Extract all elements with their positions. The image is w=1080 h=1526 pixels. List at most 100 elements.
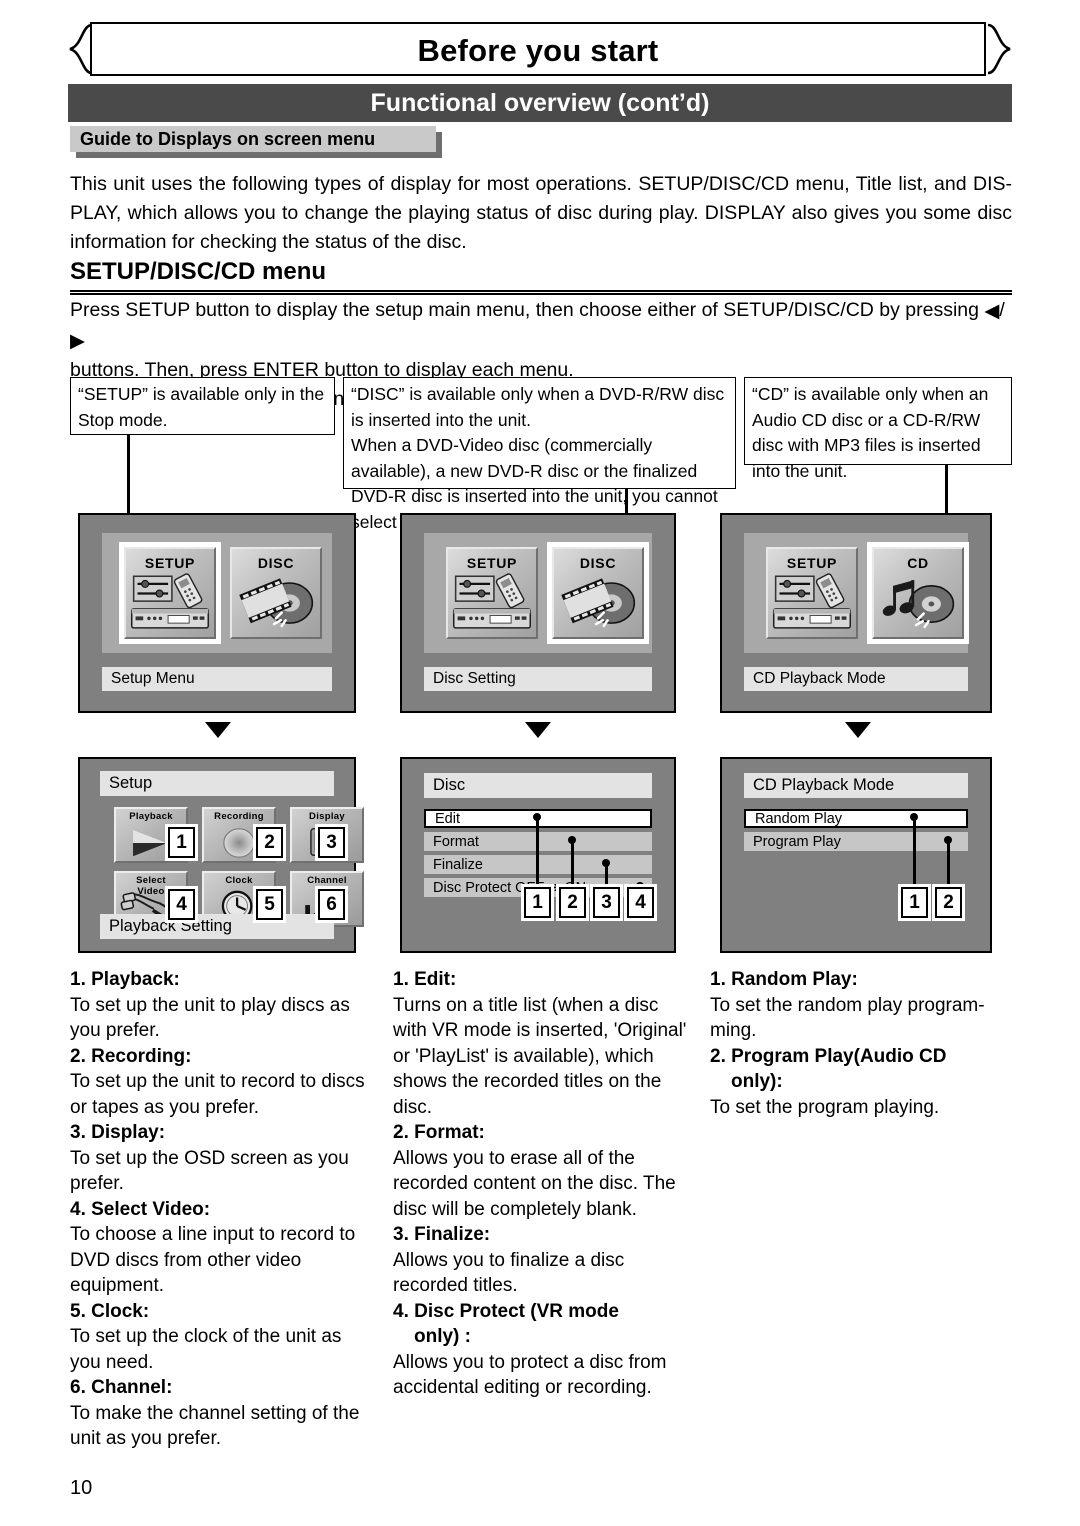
leader-line bbox=[571, 840, 574, 889]
tile-setup[interactable]: SETUP bbox=[766, 547, 858, 639]
film-disc-icon bbox=[561, 578, 636, 628]
screen-setup-submenu: Setup Playback 1 Recording 2 Display 3 S… bbox=[78, 757, 364, 953]
setup-equalizer-icon bbox=[130, 573, 210, 629]
description-text: Allows you to erase all of the recorded … bbox=[393, 1147, 676, 1220]
description-term-cont: only): bbox=[731, 1071, 783, 1092]
description-text: Allows you to protect a disc from accide… bbox=[393, 1351, 667, 1399]
number-badge-1: 1 bbox=[521, 884, 554, 921]
description-term: 2. Format: bbox=[393, 1122, 485, 1143]
description-term: 1. Edit: bbox=[393, 969, 457, 990]
description-text: Turns on a title list (when a disc with … bbox=[393, 994, 687, 1118]
screen-setup-menu: SETUP DISC Setup Menu bbox=[78, 513, 356, 713]
description-column-playback: 1. Playback: To set up the unit to play d… bbox=[70, 967, 370, 1452]
number-badge-2: 2 bbox=[556, 884, 589, 921]
setup-heading: SETUP/DISC/CD menu bbox=[70, 258, 327, 285]
description-term: 1. Playback: bbox=[70, 969, 180, 990]
number-badge-1: 1 bbox=[898, 884, 931, 921]
tile-label: DISC bbox=[579, 555, 617, 571]
number-badge-1: 1 bbox=[165, 824, 198, 861]
description-column-cd: 1. Random Play: To set the random play pr… bbox=[710, 967, 1012, 1120]
description-term: 2. Program Play(Audio CD bbox=[710, 1045, 947, 1067]
tile-cd[interactable]: CD bbox=[867, 542, 969, 644]
leader-dot bbox=[944, 836, 952, 844]
tile-label: DISC bbox=[257, 555, 295, 571]
description-text: To set up the unit to record to discs or… bbox=[70, 1071, 365, 1118]
banner-box: Before you start bbox=[90, 22, 986, 76]
badge-label: Guide to Displays on screen menu bbox=[70, 126, 436, 152]
description-text: Allows you to finalize a disc recorded t… bbox=[393, 1249, 625, 1297]
description-text: To set the program playing. bbox=[710, 1096, 940, 1118]
right-arrow-icon: ▶ bbox=[70, 330, 85, 352]
description-term: 3. Finalize: bbox=[393, 1224, 491, 1245]
description-text: To set up the clock of the unit as you n… bbox=[70, 1326, 342, 1373]
film-disc-icon bbox=[239, 578, 314, 628]
setup-equalizer-icon bbox=[452, 573, 532, 629]
description-text: To set the random play program-ming. bbox=[710, 994, 985, 1042]
number-badge-3: 3 bbox=[590, 884, 623, 921]
callout-cd: “CD” is available only when an Audio CD … bbox=[744, 377, 1012, 481]
description-term: 6. Channel: bbox=[70, 1377, 173, 1398]
down-arrow-icon bbox=[525, 722, 551, 738]
leader-line bbox=[913, 817, 916, 889]
stile-label: Display bbox=[309, 811, 345, 822]
leader-dot bbox=[533, 813, 541, 821]
description-term: 2. Recording: bbox=[70, 1045, 192, 1067]
description-term: 3. Display: bbox=[70, 1122, 166, 1143]
screen-caption: Disc Setting bbox=[424, 667, 652, 691]
number-badge-5: 5 bbox=[253, 886, 286, 923]
tile-disc[interactable]: DISC bbox=[230, 547, 322, 639]
leader-line bbox=[536, 817, 539, 889]
menu-area: SETUP bbox=[744, 533, 969, 653]
list-title: CD Playback Mode bbox=[744, 773, 968, 798]
tile-setup[interactable]: SETUP bbox=[119, 542, 221, 644]
stile-label: Clock bbox=[225, 875, 253, 886]
description-text: To make the channel setting of the unit … bbox=[70, 1402, 360, 1450]
description-column-disc: 1. Edit: Turns on a title list (when a di… bbox=[393, 967, 693, 1401]
screen-cd-playback: SETUP CD CD Playback Mode bbox=[720, 513, 992, 713]
description-term-cont: only) : bbox=[414, 1326, 471, 1347]
heading-rule bbox=[70, 290, 1012, 295]
number-badge-4: 4 bbox=[624, 884, 657, 921]
submenu-title: Setup bbox=[100, 771, 334, 796]
number-badge-2: 2 bbox=[253, 824, 286, 861]
description-text: To set up the unit to play discs as you … bbox=[70, 994, 350, 1042]
tile-label: CD bbox=[907, 555, 929, 571]
description-term: 4. Select Video: bbox=[70, 1198, 211, 1220]
leader-dot bbox=[568, 836, 576, 844]
description-term: 4. Disc Protect (VR mode bbox=[393, 1300, 619, 1322]
tile-label: SETUP bbox=[466, 555, 518, 571]
right-brace-icon bbox=[987, 23, 1011, 75]
leader-dot bbox=[910, 813, 918, 821]
down-arrow-icon bbox=[845, 722, 871, 738]
description-term: 1. Random Play: bbox=[710, 969, 858, 990]
page-banner: Before you start bbox=[68, 22, 1012, 78]
leader-line bbox=[947, 840, 950, 889]
section-title-bar: Functional overview (cont’d) bbox=[68, 84, 1012, 122]
screen-cd-submenu: CD Playback Mode Random Play Program Pla… bbox=[720, 757, 992, 953]
section-title: Functional overview (cont’d) bbox=[370, 88, 710, 117]
list-item-program-play[interactable]: Program Play bbox=[744, 832, 968, 851]
stile-label: Channel bbox=[307, 875, 347, 886]
setup-equalizer-icon bbox=[772, 573, 852, 629]
left-arrow-icon: ◀ bbox=[984, 300, 1000, 322]
manual-page: Before you start Functional overview (co… bbox=[0, 0, 1080, 1526]
arrow-slash: / bbox=[999, 299, 1005, 321]
description-term: 5. Clock: bbox=[70, 1300, 150, 1322]
leader-dot bbox=[602, 859, 610, 867]
tile-label: SETUP bbox=[144, 555, 196, 571]
intro-paragraph: This unit uses the following types of di… bbox=[70, 173, 1012, 253]
tile-label: SETUP bbox=[786, 555, 838, 571]
tile-setup[interactable]: SETUP bbox=[446, 547, 538, 639]
tile-disc[interactable]: DISC bbox=[547, 542, 649, 644]
page-number: 10 bbox=[70, 1477, 93, 1499]
music-note-disc-icon bbox=[882, 580, 955, 629]
menu-area: SETUP bbox=[424, 533, 652, 653]
list-item-random-play[interactable]: Random Play bbox=[744, 809, 968, 828]
description-text: To choose a line input to record to DVD … bbox=[70, 1224, 356, 1296]
number-badge-6: 6 bbox=[315, 886, 348, 923]
instruction-line-1: Press SETUP button to display the setup … bbox=[70, 299, 979, 321]
number-badge-2: 2 bbox=[932, 884, 965, 921]
menu-area: SETUP bbox=[102, 533, 332, 653]
screen-caption: CD Playback Mode bbox=[744, 667, 968, 691]
callout-disc: “DISC” is available only when a DVD-R/RW… bbox=[343, 377, 736, 532]
